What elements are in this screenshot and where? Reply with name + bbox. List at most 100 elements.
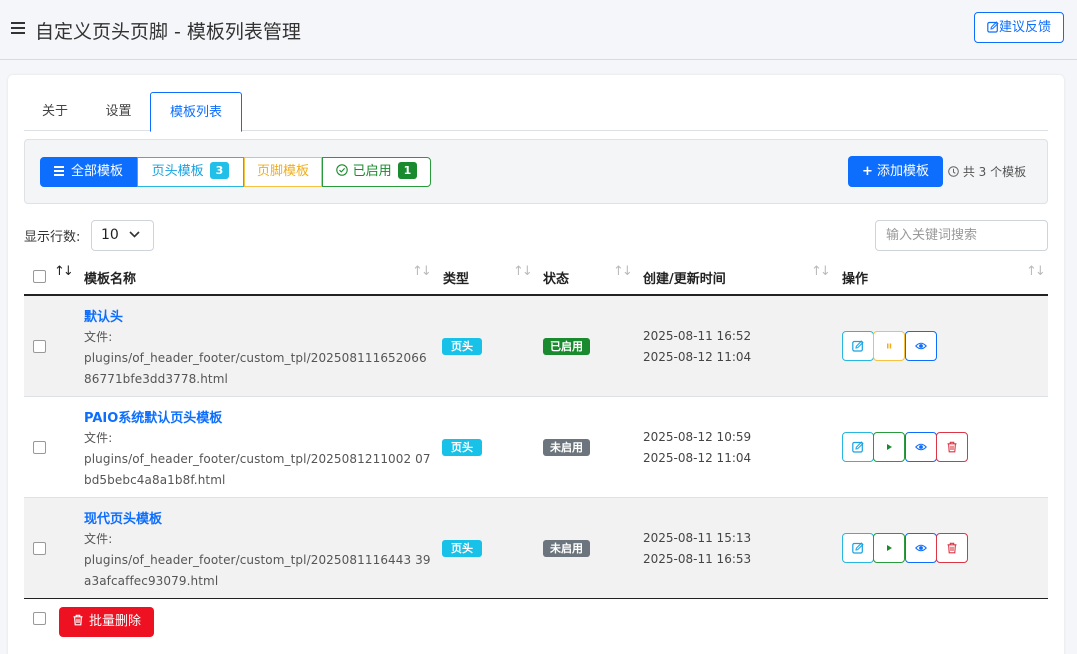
file-label: 文件: xyxy=(84,431,113,445)
col-type-header[interactable]: 类型 xyxy=(443,268,469,287)
info-icon xyxy=(948,166,959,177)
eye-icon xyxy=(915,544,927,552)
check-circle-icon xyxy=(335,164,348,176)
row-checkbox[interactable] xyxy=(33,340,46,353)
preview-button[interactable] xyxy=(905,432,937,462)
sort-icon[interactable]: ↑↓ xyxy=(1026,264,1046,279)
filter-enabled-button[interactable]: 已启用 1 xyxy=(322,157,431,187)
filter-header-label: 页头模板 xyxy=(151,164,204,179)
delete-button[interactable] xyxy=(936,533,968,563)
edit-icon xyxy=(852,542,864,554)
preview-button[interactable] xyxy=(905,533,937,563)
eye-icon xyxy=(915,443,927,451)
filter-all-button[interactable]: 全部模板 xyxy=(40,157,137,187)
select-all-checkbox[interactable] xyxy=(33,270,46,283)
tab-template-list[interactable]: 模板列表 xyxy=(150,92,242,132)
template-file: 文件: plugins/of_header_footer/custom_tpl/2… xyxy=(84,529,434,592)
edit-icon xyxy=(852,441,864,453)
created-time: 2025-08-12 10:59 xyxy=(643,430,752,444)
type-badge: 页头 xyxy=(442,338,482,355)
col-actions-header: 操作 xyxy=(842,272,869,287)
table-row: 默认头 文件: plugins/of_header_footer/custom_t… xyxy=(24,296,1048,397)
col-time-header[interactable]: 创建/更新时间 xyxy=(643,268,726,287)
table-header: ↑↓ 模板名称 ↑↓ 类型 ↑↓ 状态 ↑↓ 创建/更新时间 ↑↓ 操作 ↑↓ xyxy=(24,256,1048,296)
row-checkbox[interactable] xyxy=(33,441,46,454)
updated-time: 2025-08-12 11:04 xyxy=(643,350,752,364)
rows-per-page-value: 10 xyxy=(101,227,119,243)
file-path: plugins/of_header_footer/custom_tpl/2025… xyxy=(84,351,427,386)
enable-button[interactable] xyxy=(873,533,905,563)
chevron-down-icon xyxy=(129,231,140,238)
col-name-header[interactable]: 模板名称 xyxy=(84,268,136,287)
disable-button[interactable] xyxy=(873,331,905,361)
edit-button[interactable] xyxy=(842,533,874,563)
feedback-button[interactable]: 建议反馈 xyxy=(974,12,1064,43)
template-file: 文件: plugins/of_header_footer/custom_tpl/2… xyxy=(84,428,434,491)
filter-all-label: 全部模板 xyxy=(70,164,123,179)
filter-header-button[interactable]: 页头模板 3 xyxy=(137,157,244,187)
play-icon xyxy=(887,444,892,450)
status-badge: 未启用 xyxy=(543,540,590,557)
pause-icon xyxy=(887,343,892,349)
row-checkbox[interactable] xyxy=(33,542,46,555)
updated-time: 2025-08-12 11:04 xyxy=(643,451,752,465)
updated-time: 2025-08-11 16:53 xyxy=(643,552,752,566)
filter-enabled-label: 已启用 xyxy=(352,164,392,179)
file-label: 文件: xyxy=(84,532,113,546)
table-row: 现代页头模板 文件: plugins/of_header_footer/custo… xyxy=(24,498,1048,599)
play-icon xyxy=(887,545,892,551)
enabled-count-badge: 1 xyxy=(397,162,418,179)
bulk-select-checkbox[interactable] xyxy=(33,612,46,625)
file-path: plugins/of_header_footer/custom_tpl/2025… xyxy=(84,553,431,588)
header-count-badge: 3 xyxy=(209,162,230,179)
file-label: 文件: xyxy=(84,330,113,344)
edit-square-icon xyxy=(987,21,999,33)
top-bar: 自定义页头页脚 - 模板列表管理 建议反馈 xyxy=(0,0,1077,60)
sort-icon[interactable]: ↑↓ xyxy=(412,264,432,279)
enable-button[interactable] xyxy=(873,432,905,462)
sort-icon[interactable]: ↑↓ xyxy=(811,264,831,279)
delete-button[interactable] xyxy=(936,432,968,462)
template-name-link[interactable]: PAIO系统默认页头模板 xyxy=(84,407,222,426)
plus-icon: + xyxy=(862,164,873,179)
edit-icon xyxy=(852,340,864,352)
template-name-link[interactable]: 现代页头模板 xyxy=(84,508,162,527)
eye-icon xyxy=(915,342,927,350)
filter-footer-button[interactable]: 页脚模板 xyxy=(244,157,322,187)
status-badge: 已启用 xyxy=(543,338,590,355)
search-input[interactable] xyxy=(875,220,1048,251)
bulk-delete-button[interactable]: 批量删除 xyxy=(59,607,154,637)
tab-bar: 关于 设置 模板列表 xyxy=(24,92,1048,132)
add-template-button[interactable]: + 添加模板 xyxy=(848,156,943,187)
list-icon xyxy=(53,166,64,176)
status-badge: 未启用 xyxy=(543,439,590,456)
add-template-label: 添加模板 xyxy=(876,164,929,179)
tab-settings[interactable]: 设置 xyxy=(87,92,150,131)
sort-icon[interactable]: ↑↓ xyxy=(613,264,633,279)
template-file: 文件: plugins/of_header_footer/custom_tpl/2… xyxy=(84,327,434,390)
table-row: PAIO系统默认页头模板 文件: plugins/of_header_footer… xyxy=(24,397,1048,498)
file-path: plugins/of_header_footer/custom_tpl/2025… xyxy=(84,452,431,487)
template-total: 共 3 个模板 xyxy=(948,163,1026,180)
preview-button[interactable] xyxy=(905,331,937,361)
edit-button[interactable] xyxy=(842,432,874,462)
sort-icon[interactable]: ↑↓ xyxy=(54,264,74,279)
sort-icon[interactable]: ↑↓ xyxy=(513,264,533,279)
trash-icon xyxy=(947,542,957,554)
tab-about[interactable]: 关于 xyxy=(24,92,86,131)
feedback-label: 建议反馈 xyxy=(998,20,1051,35)
col-status-header[interactable]: 状态 xyxy=(543,268,569,287)
edit-button[interactable] xyxy=(842,331,874,361)
rows-per-page-label: 显示行数: xyxy=(24,230,81,245)
list-icon xyxy=(11,22,25,34)
type-badge: 页头 xyxy=(442,540,482,557)
created-time: 2025-08-11 16:52 xyxy=(643,329,752,343)
total-text: 共 3 个模板 xyxy=(962,165,1027,179)
filter-footer-label: 页脚模板 xyxy=(256,164,309,179)
bulk-delete-label: 批量删除 xyxy=(88,614,141,629)
rows-per-page-select[interactable]: 10 xyxy=(91,220,154,251)
type-badge: 页头 xyxy=(442,439,482,456)
trash-icon xyxy=(73,614,83,626)
page-title: 自定义页头页脚 - 模板列表管理 xyxy=(35,21,301,43)
template-name-link[interactable]: 默认头 xyxy=(84,306,123,325)
